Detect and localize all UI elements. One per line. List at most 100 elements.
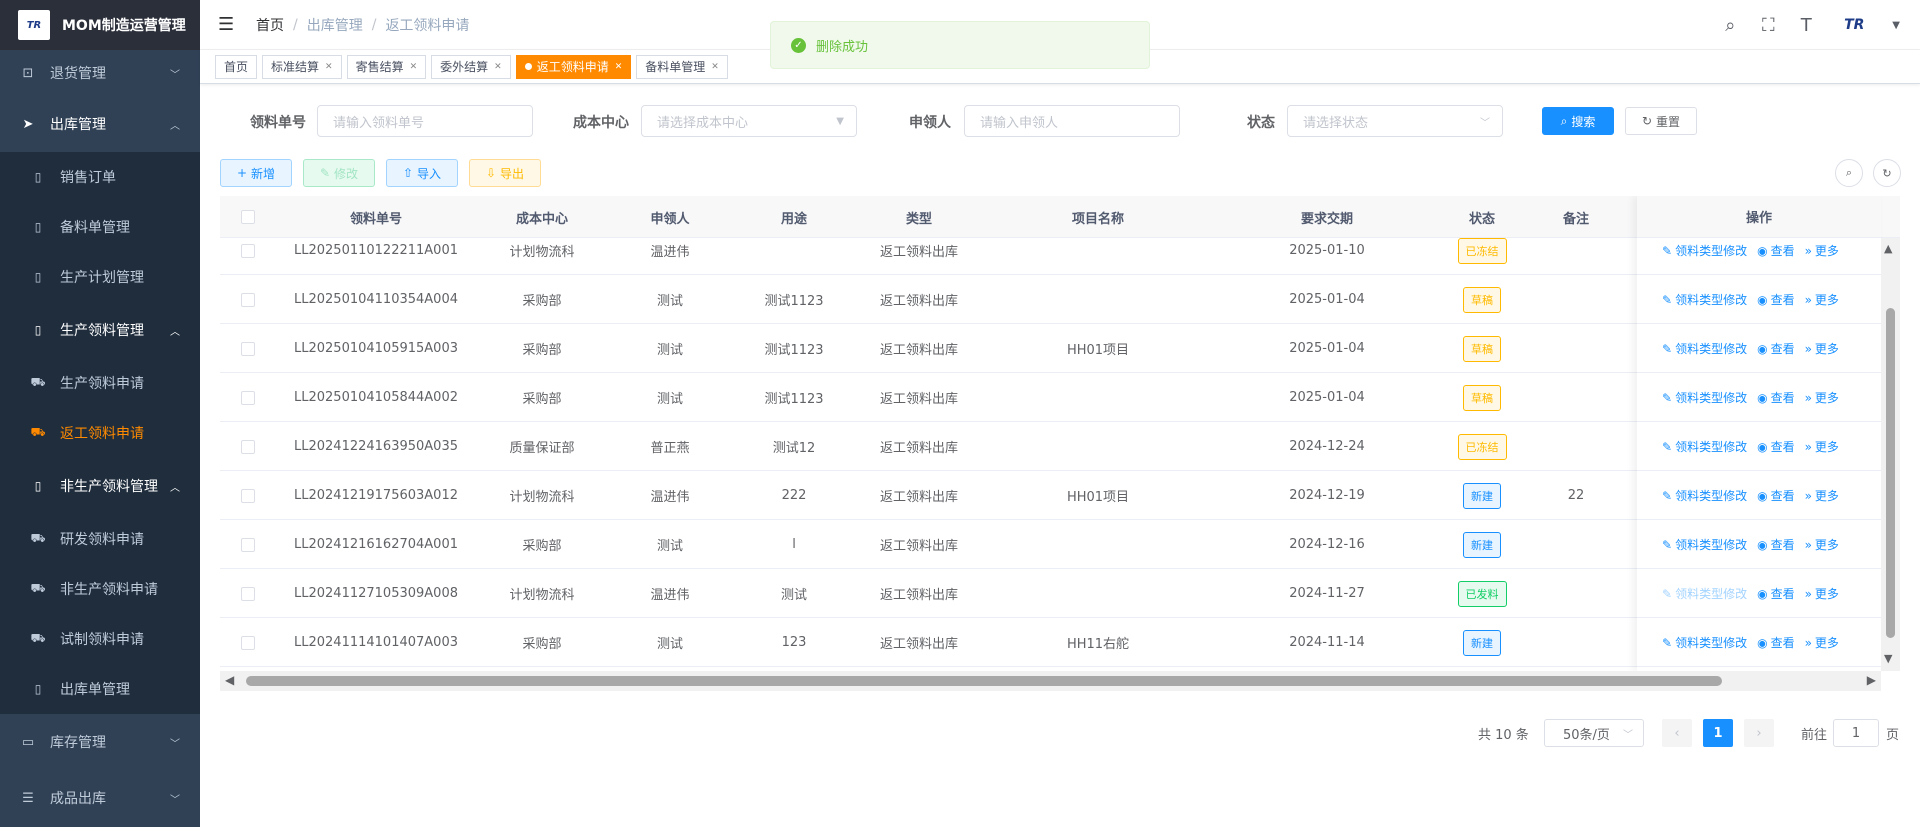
sidebar-group-nonproduction-picking[interactable]: ▯ 非生产领料管理 ︿ (0, 458, 200, 514)
code-input[interactable]: 请输入领料单号 (317, 105, 533, 137)
more-link[interactable]: » 更多 (1805, 487, 1839, 504)
view-link[interactable]: ◉ 查看 (1757, 487, 1795, 504)
menu-outbound-management[interactable]: ➤ 出库管理 ︿ (0, 96, 200, 152)
change-type-link[interactable]: ✎ 领料类型修改 (1662, 340, 1747, 357)
page-size-select[interactable]: 50条/页 ﹀ (1544, 719, 1644, 747)
view-link[interactable]: ◉ 查看 (1757, 438, 1795, 455)
scroll-right-icon[interactable]: ▶ (1867, 673, 1876, 687)
close-icon[interactable]: ✕ (325, 62, 333, 72)
toggle-search-button[interactable]: ⌕ (1835, 159, 1863, 187)
close-icon[interactable]: ✕ (711, 62, 719, 72)
close-icon[interactable]: ✕ (615, 62, 623, 72)
edit-button[interactable]: ✎ 修改 (303, 159, 375, 187)
view-link[interactable]: ◉ 查看 (1757, 291, 1795, 308)
change-type-link[interactable]: ✎ 领料类型修改 (1662, 242, 1747, 259)
search-button[interactable]: ⌕ 搜索 (1542, 107, 1614, 135)
change-type-link[interactable]: ✎ 领料类型修改 (1662, 438, 1747, 455)
tag-outsourcing-settlement[interactable]: 委外结算 ✕ (431, 54, 511, 79)
row-checkbox[interactable] (241, 243, 255, 258)
applicant-input[interactable]: 请输入申领人 (964, 105, 1180, 137)
tag-rework-picking[interactable]: 返工领料申请 ✕ (515, 54, 632, 79)
change-type-link[interactable]: ✎ 领料类型修改 (1662, 389, 1747, 406)
select-all-checkbox[interactable] (241, 210, 255, 224)
prev-page-button[interactable]: ‹ (1662, 719, 1692, 747)
page-number-current[interactable]: 1 (1703, 719, 1733, 747)
row-checkbox[interactable] (241, 390, 255, 405)
row-checkbox[interactable] (241, 488, 255, 503)
row-checkbox[interactable] (241, 537, 255, 552)
next-page-button[interactable]: › (1744, 719, 1774, 747)
sidebar-item-material-prep[interactable]: ▯ 备料单管理 (0, 202, 200, 252)
vertical-scroll-thumb[interactable] (1886, 308, 1895, 638)
avatar[interactable]: TR (1834, 10, 1874, 40)
change-type-link[interactable]: ✎ 领料类型修改 (1662, 291, 1747, 308)
scroll-down-icon[interactable]: ▼ (1884, 652, 1892, 665)
view-link[interactable]: ◉ 查看 (1757, 585, 1795, 602)
view-link[interactable]: ◉ 查看 (1757, 340, 1795, 357)
refresh-icon: ↻ (1641, 114, 1653, 128)
scroll-up-icon[interactable]: ▲ (1884, 242, 1892, 255)
more-link[interactable]: » 更多 (1805, 242, 1839, 259)
scroll-left-icon[interactable]: ◀ (225, 673, 234, 687)
more-link[interactable]: » 更多 (1805, 389, 1839, 406)
row-checkbox[interactable] (241, 439, 255, 454)
more-link[interactable]: » 更多 (1805, 585, 1839, 602)
double-chevron-right-icon: » (1804, 244, 1812, 258)
tag-standard-settlement[interactable]: 标准结算 ✕ (262, 54, 342, 79)
row-checkbox[interactable] (241, 586, 255, 601)
more-link[interactable]: » 更多 (1805, 340, 1839, 357)
change-type-link[interactable]: ✎ 领料类型修改 (1662, 487, 1747, 504)
close-icon[interactable]: ✕ (494, 62, 502, 72)
reset-button[interactable]: ↻ 重置 (1625, 107, 1697, 135)
export-button[interactable]: ⇩ 导出 (469, 159, 541, 187)
close-icon[interactable]: ✕ (410, 62, 418, 72)
row-checkbox[interactable] (241, 341, 255, 356)
cost-center-select[interactable]: 请选择成本中心 ▼ (641, 105, 857, 137)
sidebar-group-production-picking[interactable]: ▯ 生产领料管理 ︿ (0, 302, 200, 358)
tag-consignment-settlement[interactable]: 寄售结算 ✕ (346, 54, 427, 79)
view-link[interactable]: ◉ 查看 (1757, 242, 1795, 259)
caret-down-icon[interactable]: ▼ (1892, 20, 1900, 31)
sidebar-item-production-picking-apply[interactable]: ⛟ 生产领料申请 (0, 358, 200, 408)
font-size-icon[interactable]: T (1796, 15, 1816, 36)
sidebar-item-rework-picking-apply[interactable]: ⛟ 返工领料申请 (0, 408, 200, 458)
view-link[interactable]: ◉ 查看 (1757, 634, 1795, 651)
row-checkbox[interactable] (241, 635, 255, 650)
row-checkbox[interactable] (241, 292, 255, 307)
change-type-link[interactable]: ✎ 领料类型修改 (1662, 634, 1747, 651)
book-icon: ▯ (34, 682, 42, 696)
horizontal-scrollbar[interactable]: ◀ ▶ (220, 671, 1881, 691)
sidebar-item-outbound-doc[interactable]: ▯ 出库单管理 (0, 664, 200, 714)
cell-code: LL20250104110354A004 (294, 292, 458, 307)
hamburger-icon[interactable]: ☰ (218, 14, 236, 35)
tag-home[interactable]: 首页 (215, 54, 258, 79)
search-icon[interactable]: ⌕ (1720, 15, 1740, 36)
status-select[interactable]: 请选择状态 ﹀ (1287, 105, 1503, 137)
more-link[interactable]: » 更多 (1805, 438, 1839, 455)
sidebar-item-sales-order[interactable]: ▯ 销售订单 (0, 152, 200, 202)
more-link[interactable]: » 更多 (1805, 291, 1839, 308)
sidebar-item-nonproduction-picking-apply[interactable]: ⛟ 非生产领料申请 (0, 564, 200, 614)
change-type-link[interactable]: ✎ 领料类型修改 (1662, 536, 1747, 553)
goto-page-input[interactable]: 1 (1833, 719, 1879, 747)
view-link[interactable]: ◉ 查看 (1757, 389, 1795, 406)
menu-finished-goods-outbound[interactable]: ☰ 成品出库 ﹀ (0, 770, 200, 826)
tag-material-prep[interactable]: 备料单管理 ✕ (636, 54, 728, 79)
view-link[interactable]: ◉ 查看 (1757, 536, 1795, 553)
refresh-button[interactable]: ↻ (1873, 159, 1901, 187)
horizontal-scroll-thumb[interactable] (246, 676, 1722, 686)
sidebar-item-production-plan[interactable]: ▯ 生产计划管理 (0, 252, 200, 302)
sidebar-item-trial-picking-apply[interactable]: ⛟ 试制领料申请 (0, 614, 200, 664)
fullscreen-icon[interactable]: ⛶ (1758, 15, 1778, 36)
add-button[interactable]: + 新增 (220, 159, 292, 187)
cell-remark (1524, 324, 1628, 373)
more-link[interactable]: » 更多 (1805, 634, 1839, 651)
menu-inventory-management[interactable]: ▭ 库存管理 ﹀ (0, 714, 200, 770)
menu-return-management[interactable]: ⊡ 退货管理 ﹀ (0, 50, 200, 96)
operations-row: ✎ 领料类型修改 ◉ 查看 » 更多 (1637, 569, 1881, 618)
import-button[interactable]: ⇧ 导入 (386, 159, 458, 187)
vertical-scrollbar[interactable]: ▲ ▼ (1881, 238, 1900, 671)
sidebar-item-rd-picking-apply[interactable]: ⛟ 研发领料申请 (0, 514, 200, 564)
breadcrumb-home[interactable]: 首页 (256, 15, 284, 35)
more-link[interactable]: » 更多 (1805, 536, 1839, 553)
